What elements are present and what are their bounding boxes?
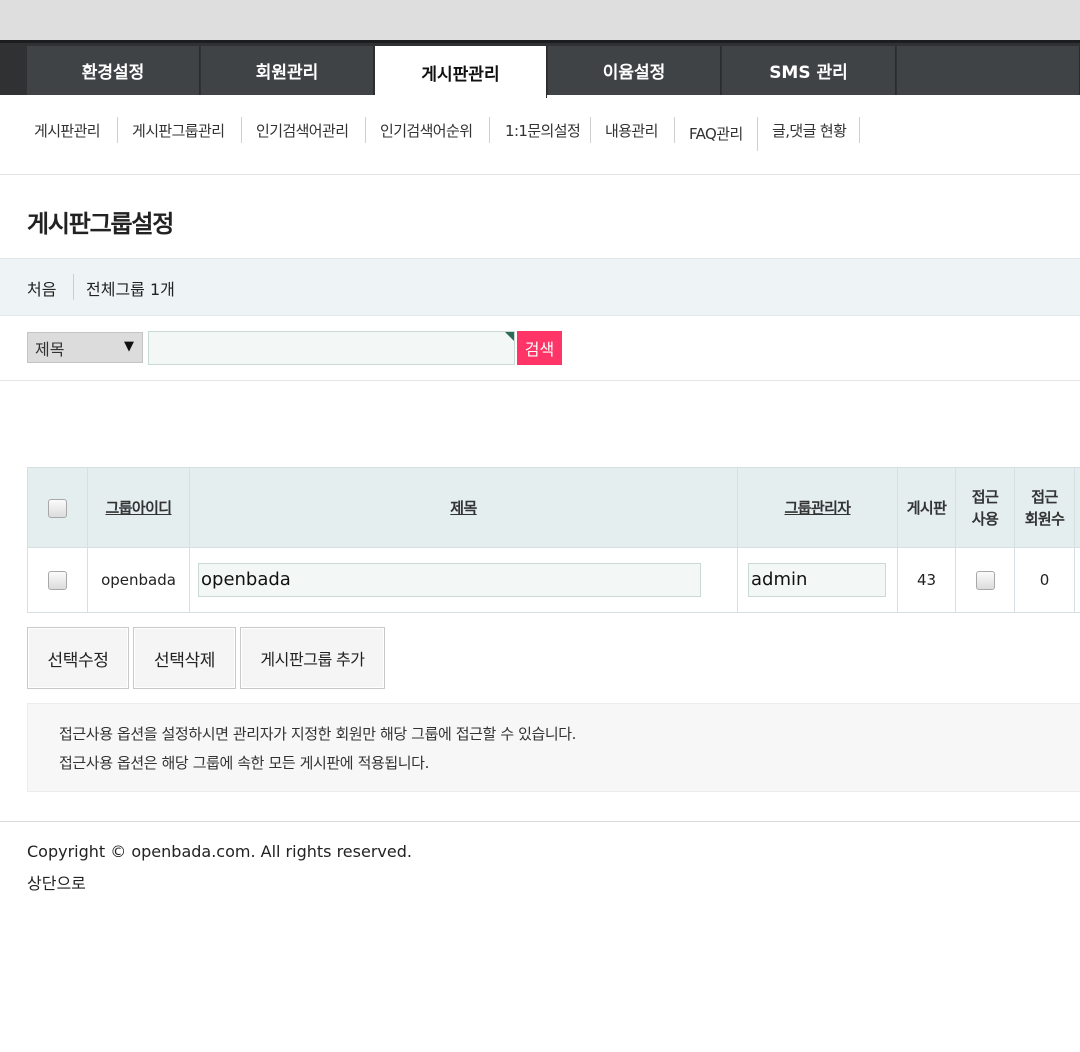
row-overflow <box>1074 547 1080 613</box>
search-input[interactable] <box>148 331 515 365</box>
access-use-checkbox[interactable] <box>975 570 995 590</box>
first-link[interactable]: 처음 <box>27 276 56 300</box>
back-to-top-link[interactable]: 상단으로 <box>27 870 86 894</box>
subnav-keyword-ranking[interactable]: 인기검색어순위 <box>380 117 473 143</box>
row-title-cell: openbada <box>189 547 738 613</box>
page-title: 게시판그룹설정 <box>27 210 174 238</box>
required-marker-icon <box>505 332 514 341</box>
subnav-popular-keywords[interactable]: 인기검색어관리 <box>256 117 349 143</box>
row-checkbox[interactable] <box>48 570 67 590</box>
subnav-divider <box>590 117 591 143</box>
subnav-board-group[interactable]: 게시판그룹관리 <box>132 117 225 143</box>
row-select-cell <box>27 547 88 613</box>
notice-line: 접근사용 옵션은 해당 그룹에 속한 모든 게시판에 적용됩니다. <box>59 754 429 772</box>
subnav-divider <box>241 117 242 143</box>
row-admin-cell: admin <box>737 547 898 613</box>
row-group-id: openbada <box>87 547 190 613</box>
main-nav: 환경설정 회원관리 게시판관리 이윰설정 SMS 관리 <box>0 40 1080 98</box>
help-notice: 접근사용 옵션을 설정하시면 관리자가 지정한 회원만 해당 그룹에 접근할 수… <box>27 703 1080 792</box>
edit-selected-button[interactable]: 선택수정 <box>27 627 129 689</box>
row-admin-input[interactable]: admin <box>748 563 886 597</box>
header-boards: 게시판 <box>897 467 956 548</box>
search-field-select[interactable]: 제목 ▼ <box>27 332 143 363</box>
subnav-divider <box>489 117 490 143</box>
search-bar: 제목 ▼ 검색 <box>0 316 1080 381</box>
header-select-all <box>27 467 88 548</box>
delete-selected-button[interactable]: 선택삭제 <box>133 627 236 689</box>
row-title-input[interactable]: openbada <box>198 563 701 597</box>
subnav-post-stats[interactable]: 글,댓글 현황 <box>772 117 847 143</box>
header-group-admin[interactable]: 그룹관리자 <box>737 467 898 548</box>
subnav-faq[interactable]: FAQ관리 <box>689 120 743 146</box>
table-row: openbada openbada admin 43 0 <box>27 547 1080 613</box>
copyright-text: Copyright © openbada.com. All rights res… <box>27 842 412 861</box>
header-access-members: 접근 회원수 <box>1014 467 1075 548</box>
header-title[interactable]: 제목 <box>189 467 738 548</box>
subnav-divider <box>757 117 758 151</box>
tab-members[interactable]: 회원관리 <box>201 46 374 95</box>
subnav-divider <box>365 117 366 143</box>
subnav-board-management[interactable]: 게시판관리 <box>34 117 101 143</box>
info-divider <box>73 274 74 300</box>
group-table: 그룹아이디 제목 그룹관리자 게시판 접근 사용 접근 회원수 openbada o… <box>27 467 1080 613</box>
subnav-divider <box>859 117 860 143</box>
header-overflow <box>1074 467 1080 548</box>
select-all-checkbox[interactable] <box>48 498 67 518</box>
row-access-members: 0 <box>1014 547 1075 613</box>
footer-divider <box>0 821 1080 822</box>
table-header-row: 그룹아이디 제목 그룹관리자 게시판 접근 사용 접근 회원수 <box>27 467 1080 548</box>
tab-eyoom-settings[interactable]: 이윰설정 <box>548 46 721 95</box>
total-groups-count: 전체그룹 1개 <box>86 280 175 299</box>
tab-settings[interactable]: 환경설정 <box>27 46 200 95</box>
subnav-content[interactable]: 내용관리 <box>605 117 658 143</box>
subnav-divider <box>674 117 675 143</box>
search-button[interactable]: 검색 <box>517 331 562 365</box>
dropdown-arrow-icon: ▼ <box>124 339 134 354</box>
tab-board-management[interactable]: 게시판관리 <box>375 46 547 98</box>
search-field-value: 제목 <box>35 339 65 359</box>
tab-sms[interactable]: SMS 관리 <box>722 46 896 95</box>
list-info-bar: 처음 전체그룹 1개 <box>0 258 1080 316</box>
browser-top-strip <box>0 0 1080 40</box>
row-access-use-cell <box>955 547 1015 613</box>
sub-nav: 게시판관리 게시판그룹관리 인기검색어관리 인기검색어순위 1:1문의설정 내용… <box>0 95 1080 175</box>
tab-empty <box>897 46 1080 95</box>
header-access-use: 접근 사용 <box>955 467 1015 548</box>
header-group-id[interactable]: 그룹아이디 <box>87 467 190 548</box>
add-group-button[interactable]: 게시판그룹 추가 <box>240 627 385 689</box>
subnav-divider <box>117 117 118 143</box>
notice-line: 접근사용 옵션을 설정하시면 관리자가 지정한 회원만 해당 그룹에 접근할 수… <box>59 725 577 743</box>
subnav-inquiry-settings[interactable]: 1:1문의설정 <box>505 117 581 143</box>
row-boards-count: 43 <box>897 547 956 613</box>
